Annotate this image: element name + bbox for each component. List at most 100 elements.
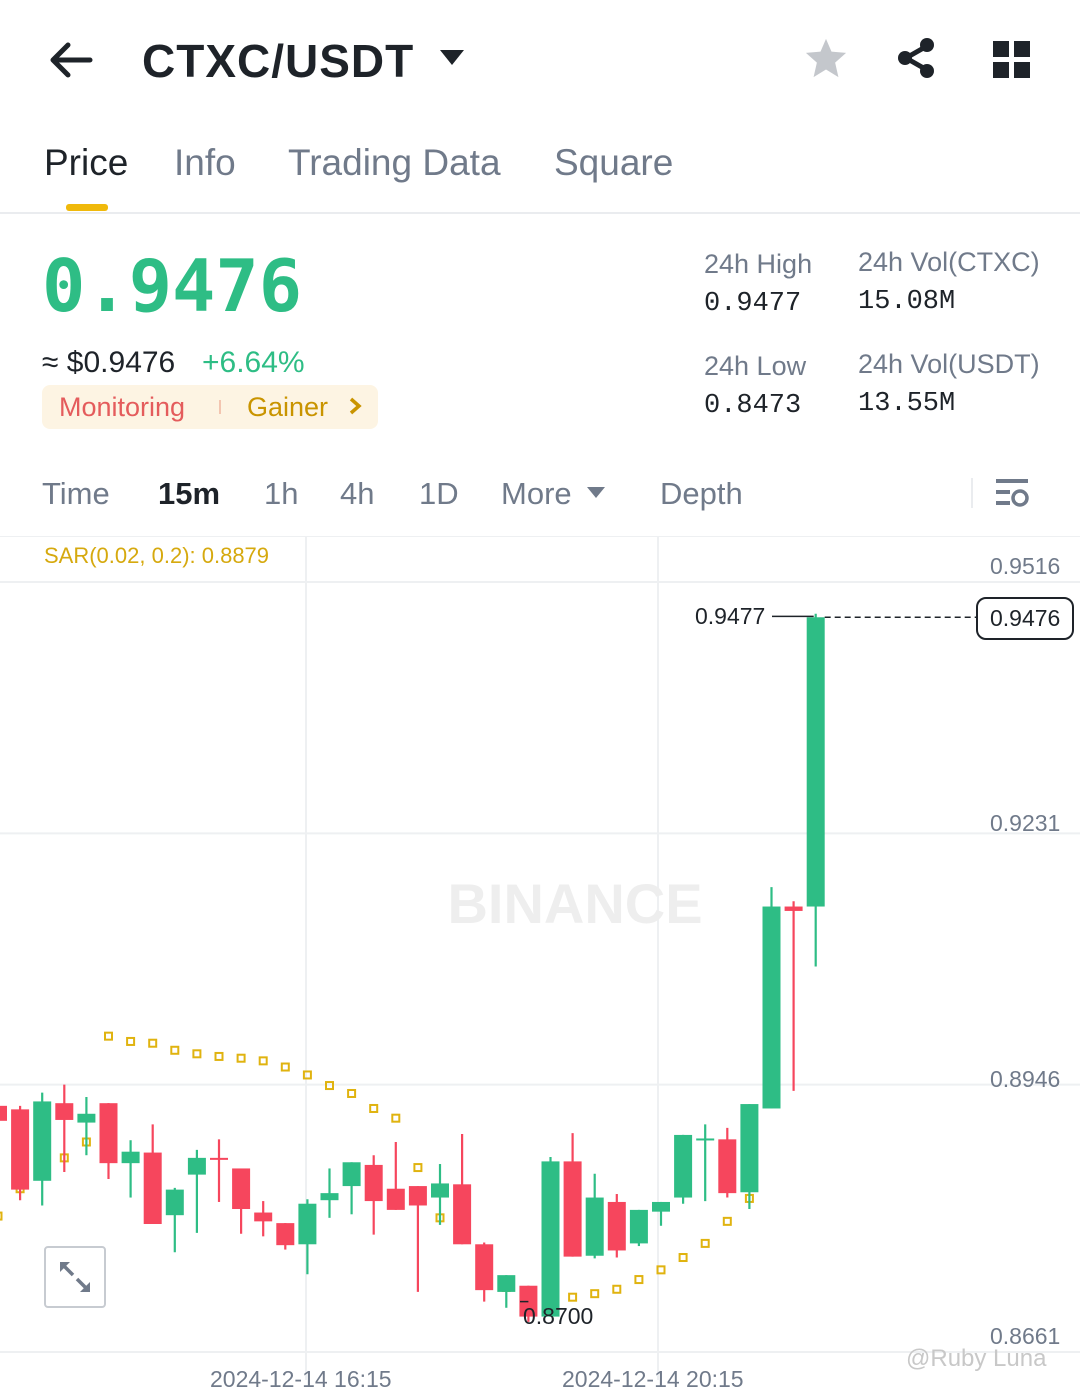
- interval-time[interactable]: Time: [42, 476, 110, 512]
- interval-more[interactable]: More: [501, 476, 572, 512]
- tag-divider: [219, 400, 221, 414]
- candle-body: [652, 1201, 670, 1212]
- last-price: 0.9476: [42, 244, 303, 328]
- tab-info[interactable]: Info: [174, 142, 236, 184]
- back-arrow-icon[interactable]: [44, 34, 96, 86]
- candle-body: [762, 906, 781, 1109]
- sar-dot: [612, 1284, 622, 1294]
- candle-body: [431, 1183, 449, 1198]
- candle-body: [364, 1164, 383, 1202]
- candle-body: [674, 1134, 693, 1198]
- sar-dot: [369, 1103, 379, 1113]
- sar-dot: [678, 1253, 688, 1263]
- stat-24h-vol-base-label: 24h Vol(CTXC): [858, 247, 1040, 277]
- candle-body: [784, 906, 803, 911]
- share-icon[interactable]: [890, 32, 942, 84]
- tab-price[interactable]: Price: [44, 142, 128, 184]
- low-price-marker-label: 0.8700: [523, 1303, 594, 1329]
- candlestick-chart[interactable]: BINANCE: [0, 536, 1080, 1380]
- candle-body: [232, 1168, 251, 1210]
- interval-1d[interactable]: 1D: [419, 476, 459, 512]
- candle-body: [254, 1212, 273, 1222]
- interval-4h[interactable]: 4h: [340, 476, 374, 512]
- interval-divider: [971, 478, 973, 508]
- candle-body: [563, 1161, 582, 1257]
- sar-dot: [104, 1031, 113, 1041]
- interval-depth[interactable]: Depth: [660, 476, 743, 512]
- candle-body: [497, 1275, 516, 1292]
- sar-dot: [722, 1216, 732, 1226]
- sar-dot: [0, 1211, 3, 1221]
- credit-watermark: @Ruby Luna: [906, 1345, 1047, 1372]
- star-icon[interactable]: [800, 32, 852, 84]
- candle-body: [475, 1244, 494, 1291]
- candle-body: [718, 1139, 737, 1194]
- sar-dot: [590, 1289, 600, 1299]
- candle-body: [629, 1209, 648, 1244]
- tabs-divider: [0, 212, 1080, 214]
- more-caret-down-icon[interactable]: [586, 486, 606, 505]
- sar-dot: [700, 1238, 710, 1248]
- stat-24h-high-value: 0.9477: [704, 289, 802, 319]
- pair-title[interactable]: CTXC/USDT: [142, 34, 414, 88]
- candle-body: [408, 1186, 427, 1206]
- chart-watermark: BINANCE: [447, 872, 702, 935]
- sar-indicator-label: SAR(0.02, 0.2): 0.8879: [44, 543, 270, 568]
- candle-body: [541, 1161, 560, 1317]
- candle-body: [696, 1138, 715, 1141]
- candle-body: [55, 1103, 74, 1120]
- candle-body: [77, 1113, 96, 1123]
- y-tick-label: 0.9231: [990, 810, 1061, 836]
- chevron-right-icon[interactable]: [348, 396, 362, 421]
- grid-menu-icon[interactable]: [986, 34, 1038, 86]
- candle-body: [320, 1193, 339, 1201]
- sar-dot: [568, 1292, 578, 1302]
- stat-24h-vol-quote-value: 13.55M: [858, 389, 956, 419]
- candle-body: [11, 1109, 30, 1190]
- candle-body: [276, 1223, 295, 1246]
- sar-dot: [634, 1275, 644, 1285]
- stat-24h-vol-quote-label: 24h Vol(USDT): [858, 349, 1040, 379]
- candle-body: [453, 1184, 472, 1245]
- candle-body: [165, 1189, 184, 1216]
- tag-monitoring[interactable]: Monitoring: [59, 392, 185, 423]
- candle-body: [99, 1103, 118, 1164]
- sar-dot: [413, 1163, 423, 1173]
- candle-body: [607, 1201, 626, 1251]
- sar-dot: [258, 1056, 268, 1066]
- sar-dot: [126, 1036, 136, 1046]
- candle-body: [740, 1104, 759, 1193]
- y-tick-label: 0.9516: [990, 553, 1061, 579]
- caret-down-icon[interactable]: [438, 48, 466, 73]
- stat-24h-high-label: 24h High: [704, 249, 813, 279]
- sar-dot: [170, 1045, 180, 1055]
- candle-body: [342, 1162, 361, 1187]
- sar-dot: [148, 1038, 158, 1048]
- high-price-marker-label: 0.9477: [695, 603, 766, 629]
- candle-body: [210, 1157, 228, 1160]
- interval-1h[interactable]: 1h: [264, 476, 298, 512]
- candle-body: [143, 1152, 162, 1225]
- candle-body: [585, 1197, 604, 1256]
- tab-square[interactable]: Square: [554, 142, 673, 184]
- sar-dot: [236, 1053, 246, 1063]
- sar-dot: [192, 1049, 202, 1059]
- candle-body: [298, 1203, 317, 1245]
- current-price-label: 0.9476: [976, 597, 1075, 640]
- approx-usd-price: ≈ $0.9476: [42, 346, 176, 379]
- y-tick-label: 0.8946: [990, 1066, 1061, 1092]
- candle-body: [187, 1157, 206, 1175]
- stat-24h-low-label: 24h Low: [704, 351, 807, 381]
- candle-body: [0, 1105, 7, 1121]
- interval-15m[interactable]: 15m: [158, 476, 220, 512]
- candle-body: [806, 617, 825, 907]
- tab-trading-data[interactable]: Trading Data: [288, 142, 501, 184]
- sar-dot: [391, 1113, 401, 1123]
- fullscreen-expand-icon[interactable]: [44, 1246, 106, 1308]
- stat-24h-vol-base-value: 15.08M: [858, 287, 956, 317]
- chart-settings-icon[interactable]: [996, 476, 1030, 515]
- price-change-percent: +6.64%: [202, 346, 305, 379]
- tag-gainer[interactable]: Gainer: [247, 392, 328, 423]
- candle-body: [33, 1101, 52, 1181]
- sar-dot: [302, 1070, 312, 1080]
